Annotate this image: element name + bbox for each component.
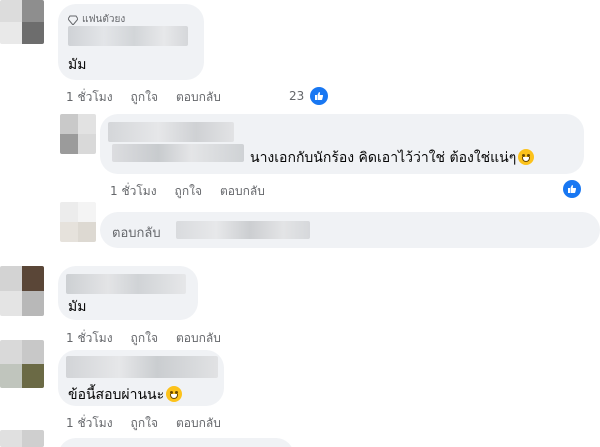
current-user-avatar[interactable] [60,202,96,242]
comment-text-content: ข้อนี้สอบผ่านนะ [68,387,165,403]
diamond-icon [68,15,78,25]
beaming-smile-emoji-icon [166,386,183,402]
comment-actions: 1 ชั่วโมง ถูกใจ ตอบกลับ [110,182,283,201]
reply-button[interactable]: ตอบกลับ [176,414,221,433]
timestamp[interactable]: 1 ชั่วโมง [66,329,113,348]
comment-text: ข้อนี้สอบผ่านนะ [68,384,183,406]
comment-bubble: มัม [58,266,198,320]
like-button[interactable]: ถูกใจ [131,329,158,348]
like-button[interactable]: ถูกใจ [131,414,158,433]
avatar[interactable] [0,430,44,447]
reaction-count[interactable]: 23 [289,89,304,103]
comment-actions: 1 ชั่วโมง ถูกใจ ตอบกลับ [66,88,239,107]
commenter-name-blurred[interactable] [66,274,186,294]
avatar[interactable] [0,266,44,316]
comment-text-blurred [112,144,244,162]
reply-button[interactable]: ตอบกลับ [220,182,265,201]
reply-button[interactable]: ตอบกลับ [176,88,221,107]
reply-button[interactable]: ตอบกลับ [176,329,221,348]
commenter-name-blurred[interactable] [68,26,188,46]
comment-actions: 1 ชั่วโมง ถูกใจ ตอบกลับ [66,329,239,348]
grinning-sweat-emoji-icon [518,149,535,165]
like-button[interactable]: ถูกใจ [175,182,202,201]
reply-placeholder: ตอบกลับ [112,226,161,241]
commenter-name-blurred[interactable] [66,356,218,378]
timestamp[interactable]: 1 ชั่วโมง [110,182,157,201]
timestamp[interactable]: 1 ชั่วโมง [66,88,113,107]
comment-text: มัม [68,299,87,315]
reply-input[interactable]: ตอบกลับ [100,212,600,248]
avatar[interactable] [0,0,44,44]
timestamp[interactable]: 1 ชั่วโมง [66,414,113,433]
comment-bubble [58,438,294,447]
comment-bubble: นางเอกกับนักร้อง คิดเอาไว้ว่าใช่ ต้องใช่… [100,114,584,174]
like-reaction-icon[interactable] [310,87,328,105]
commenter-name-blurred[interactable] [108,122,234,142]
like-reaction-icon[interactable] [563,180,581,198]
mention-name-blurred [176,221,310,239]
comment-bubble: แฟนตัวยง มัม [58,4,204,80]
comment-text: มัม [68,57,87,73]
badge-label: แฟนตัวยง [82,14,126,25]
comment-actions: 1 ชั่วโมง ถูกใจ ตอบกลับ [66,414,239,433]
comment-bubble: ข้อนี้สอบผ่านนะ [58,350,224,406]
top-fan-badge: แฟนตัวยง [68,12,125,27]
comment-text: นางเอกกับนักร้อง คิดเอาไว้ว่าใช่ ต้องใช่… [250,147,535,169]
comment-text-content: นางเอกกับนักร้อง คิดเอาไว้ว่าใช่ ต้องใช่… [250,150,517,166]
avatar[interactable] [0,340,44,388]
like-button[interactable]: ถูกใจ [131,88,158,107]
avatar[interactable] [60,114,96,154]
